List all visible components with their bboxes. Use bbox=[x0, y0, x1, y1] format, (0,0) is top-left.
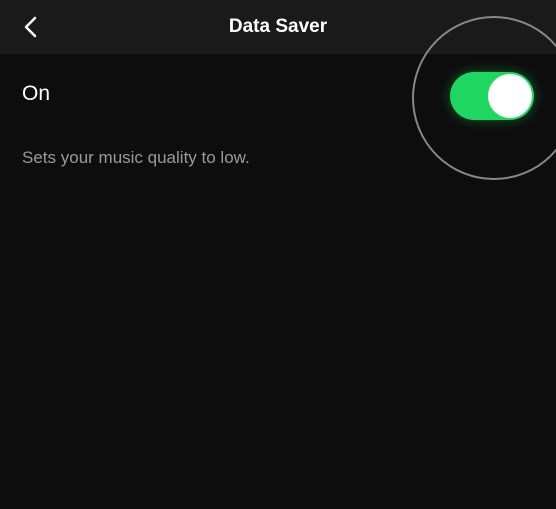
data-saver-toggle[interactable] bbox=[450, 72, 534, 120]
chevron-left-icon bbox=[23, 16, 37, 38]
page-title: Data Saver bbox=[229, 16, 327, 38]
back-button[interactable] bbox=[18, 15, 42, 39]
toggle-knob bbox=[488, 74, 532, 118]
content: On Sets your music quality to low. bbox=[0, 54, 556, 196]
header: Data Saver bbox=[0, 0, 556, 54]
setting-description: Sets your music quality to low. bbox=[22, 148, 534, 168]
toggle-container bbox=[450, 72, 534, 120]
setting-label: On bbox=[22, 82, 50, 106]
